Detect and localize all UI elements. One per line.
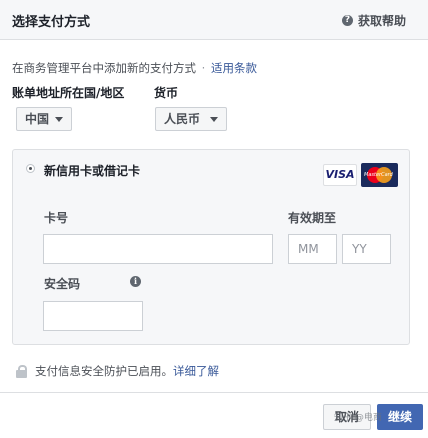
dialog-title: 选择支付方式 xyxy=(12,15,91,30)
visa-logo: VISA xyxy=(323,164,357,186)
security-text: 支付信息安全防护已启用。 xyxy=(35,364,173,378)
expiry-year-input[interactable]: YY xyxy=(342,234,391,264)
security-notice: 支付信息安全防护已启用。详细了解 xyxy=(16,363,219,379)
lock-icon xyxy=(16,364,27,378)
intro-description: 在商务管理平台中添加新的支付方式 xyxy=(12,61,196,75)
intro-text: 在商务管理平台中添加新的支付方式 · 适用条款 xyxy=(12,60,257,76)
card-number-input[interactable] xyxy=(43,234,273,264)
card-number-label: 卡号 xyxy=(44,211,69,225)
country-value: 中国 xyxy=(25,112,50,126)
footer-divider xyxy=(0,392,428,393)
cvv-input[interactable] xyxy=(43,301,143,331)
card-option-label: 新信用卡或借记卡 xyxy=(44,164,141,178)
cancel-button[interactable]: 取消 xyxy=(323,404,371,430)
mastercard-logo: MasterCard xyxy=(361,163,398,187)
payment-dialog: 选择支付方式 ? 获取帮助 在商务管理平台中添加新的支付方式 · 适用条款 账单… xyxy=(0,0,428,438)
terms-link[interactable]: 适用条款 xyxy=(211,61,257,75)
continue-button[interactable]: 继续 xyxy=(377,404,423,430)
currency-dropdown[interactable]: 人民币 xyxy=(155,107,227,131)
country-dropdown[interactable]: 中国 xyxy=(16,107,72,131)
country-label: 账单地址所在国/地区 xyxy=(12,86,125,100)
expiry-month-input[interactable]: MM xyxy=(288,234,337,264)
chevron-down-icon xyxy=(210,117,218,122)
card-option-radio[interactable] xyxy=(26,164,35,173)
help-question-icon: ? xyxy=(341,15,353,26)
help-link[interactable]: ? 获取帮助 xyxy=(341,12,406,29)
intro-separator: · xyxy=(201,61,206,75)
dialog-header: 选择支付方式 ? 获取帮助 xyxy=(0,0,428,40)
currency-value: 人民币 xyxy=(164,112,201,126)
currency-label: 货币 xyxy=(154,86,179,100)
learn-more-link[interactable]: 详细了解 xyxy=(173,364,219,378)
help-label: 获取帮助 xyxy=(357,14,406,28)
cvv-label: 安全码 xyxy=(44,277,81,291)
chevron-down-icon xyxy=(55,117,63,122)
expiry-label: 有效期至 xyxy=(288,211,337,225)
info-icon[interactable]: i xyxy=(130,276,141,287)
